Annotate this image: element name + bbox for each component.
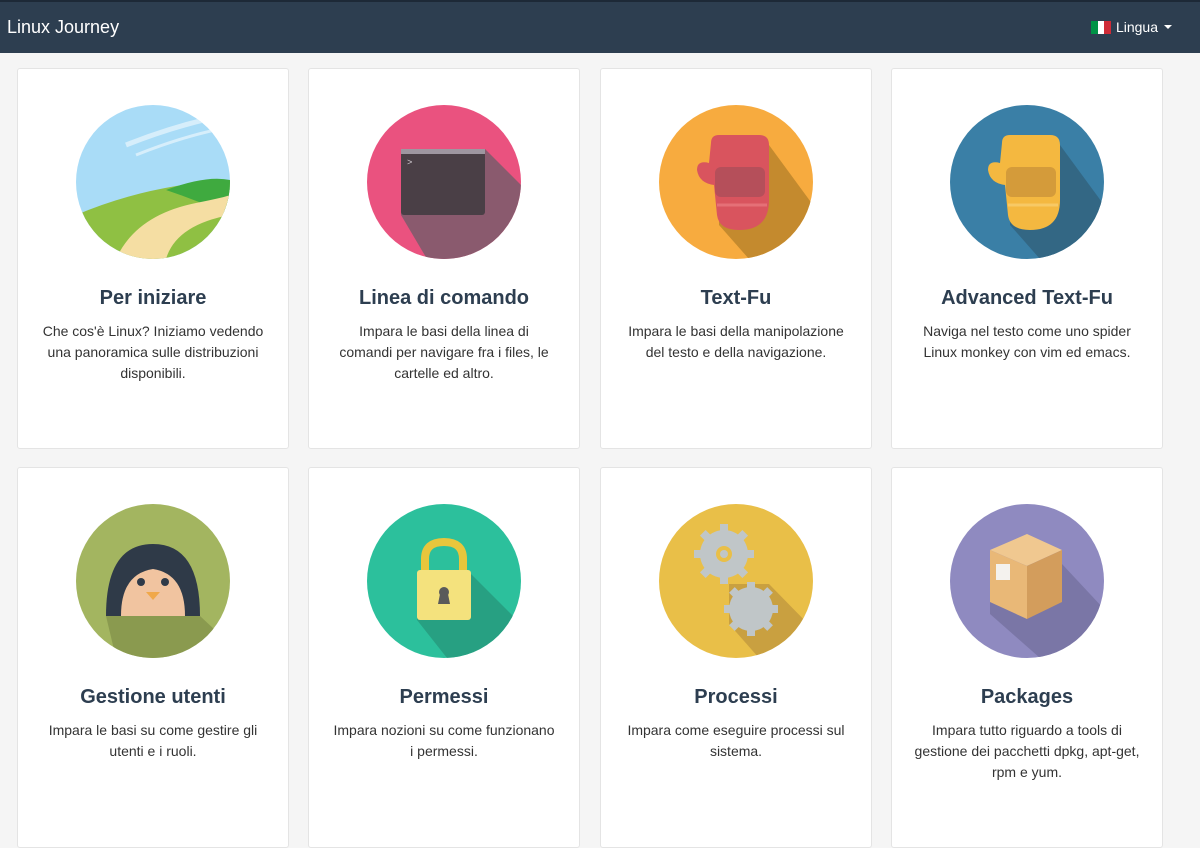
card-title: Processi	[694, 686, 778, 708]
course-card-per-iniziare[interactable]: Per iniziare Che cos'è Linux? Iniziamo v…	[17, 68, 289, 449]
yellow-glove-icon	[950, 105, 1104, 259]
padlock-icon	[367, 504, 521, 658]
red-glove-icon	[659, 105, 813, 259]
card-description: Che cos'è Linux? Iniziamo vedendo una pa…	[42, 323, 264, 381]
course-card-advanced-text-fu[interactable]: Advanced Text-Fu Naviga nel testo come u…	[891, 68, 1163, 449]
card-description: Impara le basi su come gestire gli utent…	[48, 722, 258, 759]
card-title: Gestione utenti	[80, 686, 226, 708]
card-description: Impara tutto riguardo a tools di gestion…	[914, 722, 1140, 780]
card-description: Impara le basi della linea di comandi pe…	[339, 323, 549, 381]
course-card-packages[interactable]: Packages Impara tutto riguardo a tools d…	[891, 467, 1163, 848]
card-title: Per iniziare	[99, 287, 207, 309]
card-title: Permessi	[399, 686, 489, 708]
terminal-icon: >	[367, 105, 521, 259]
card-title: Text-Fu	[700, 287, 772, 309]
course-card-processi[interactable]: Processi Impara come eseguire processi s…	[600, 467, 872, 848]
caret-down-icon	[1164, 25, 1172, 29]
italy-flag-icon	[1090, 20, 1111, 34]
box-icon	[950, 504, 1104, 658]
card-description: Naviga nel testo come uno spider Linux m…	[923, 323, 1131, 360]
svg-text:>: >	[407, 158, 412, 168]
card-description: Impara le basi della manipolazione del t…	[628, 323, 844, 360]
card-description: Impara come eseguire processi sul sistem…	[627, 722, 845, 759]
course-card-gestione-utenti[interactable]: Gestione utenti Impara le basi su come g…	[17, 467, 289, 848]
language-label: Lingua	[1115, 19, 1158, 35]
card-title: Packages	[980, 686, 1074, 708]
gears-icon	[659, 504, 813, 658]
navbar: Linux Journey Lingua	[0, 0, 1200, 53]
language-dropdown[interactable]: Lingua	[1090, 19, 1172, 35]
card-title: Advanced Text-Fu	[941, 287, 1113, 309]
course-card-text-fu[interactable]: Text-Fu Impara le basi della manipolazio…	[600, 68, 872, 449]
card-title: Linea di comando	[358, 287, 530, 309]
course-card-permessi[interactable]: Permessi Impara nozioni su come funziona…	[308, 467, 580, 848]
landscape-icon	[76, 105, 230, 259]
course-card-linea-di-comando[interactable]: > Linea di comando Impara le basi della …	[308, 68, 580, 449]
penguin-icon	[76, 504, 230, 658]
brand-link[interactable]: Linux Journey	[7, 17, 119, 38]
card-description: Impara nozioni su come funzionano i perm…	[333, 722, 555, 759]
